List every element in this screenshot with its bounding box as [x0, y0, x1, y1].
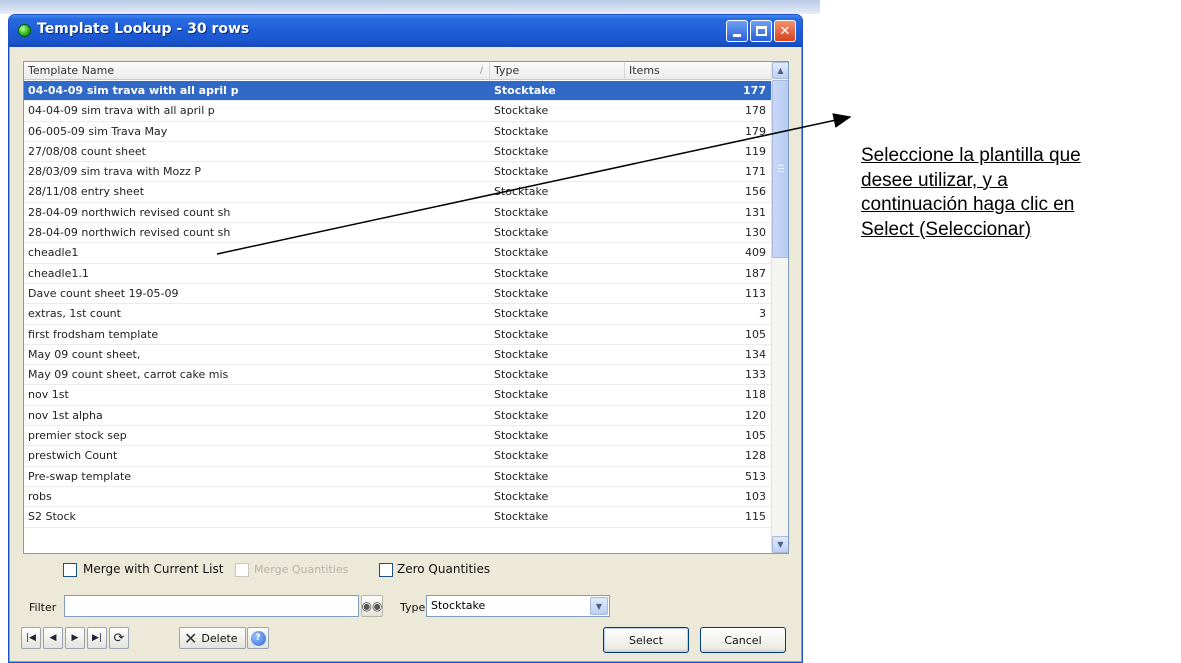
- annotation-arrow: [216, 113, 852, 255]
- annotation-line: continuación haga clic en: [861, 194, 1075, 215]
- annotation-line: Select (Seleccionar): [861, 218, 1032, 240]
- annotation-text: Seleccione la plantilla que desee utiliz…: [861, 144, 1171, 242]
- annotation-line: desee utilizar, y a: [861, 169, 1008, 191]
- annotation-line: Seleccione la plantilla que: [861, 145, 1081, 166]
